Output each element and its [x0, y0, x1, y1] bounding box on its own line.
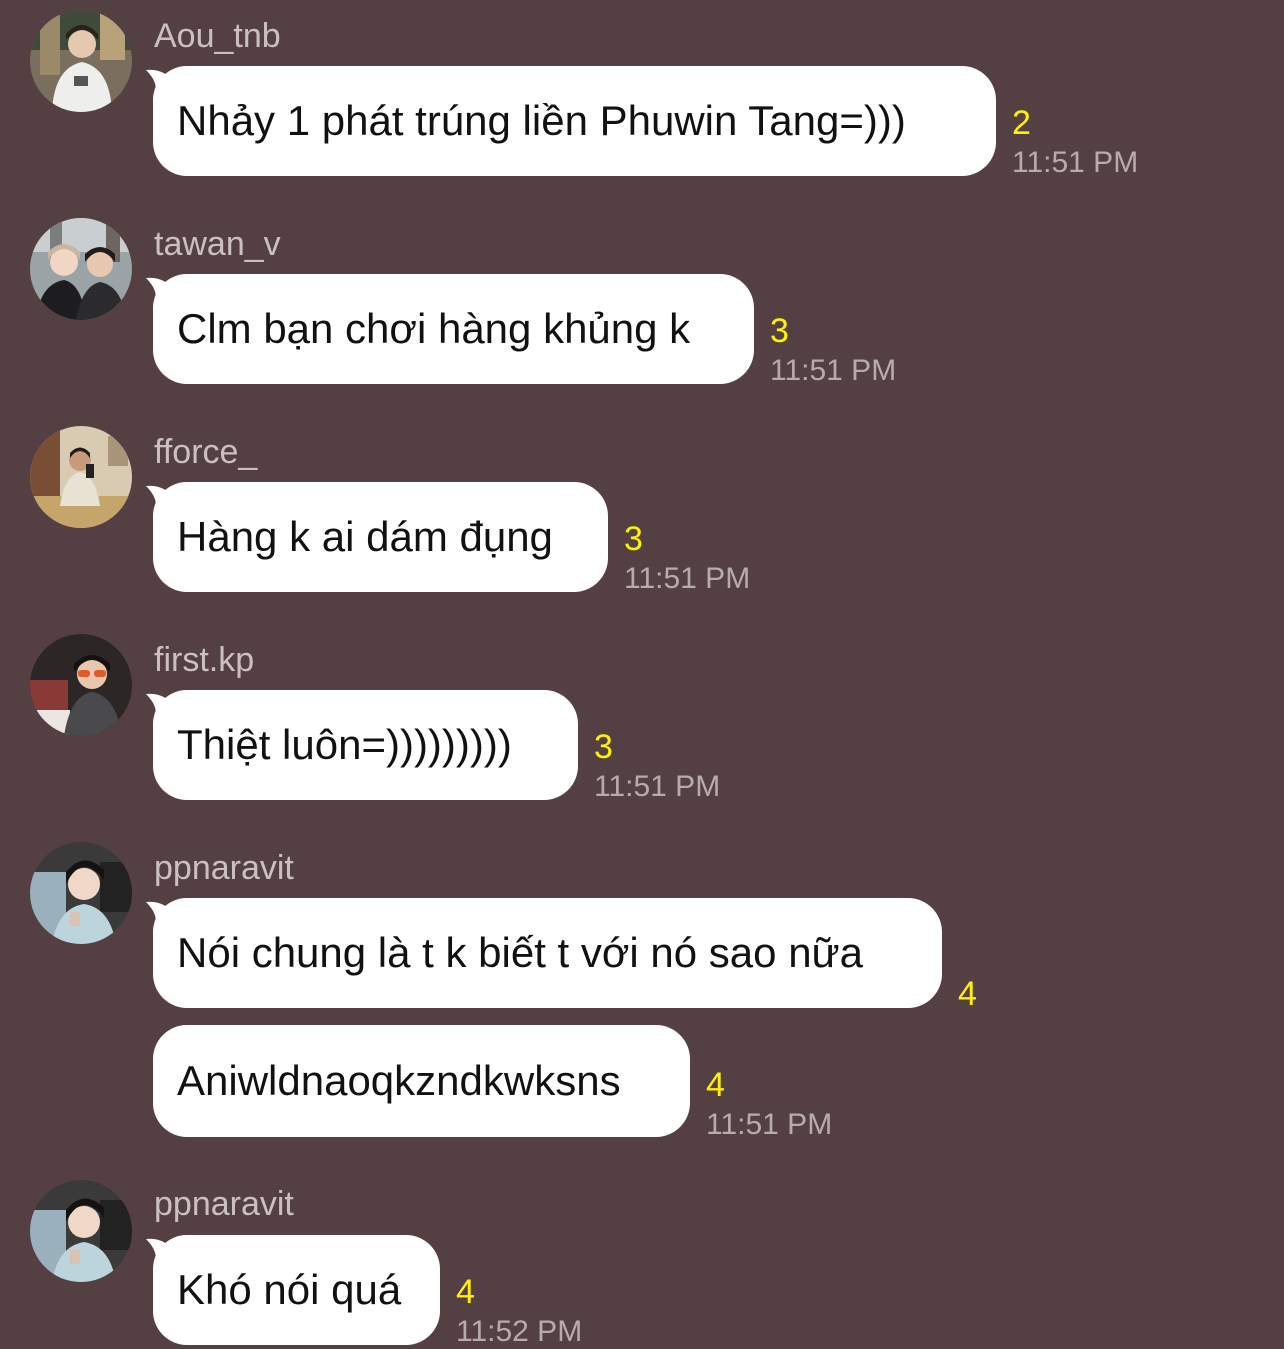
message-time: 11:51 PM — [594, 770, 721, 803]
avatar-aou-tnb[interactable] — [30, 10, 132, 112]
avatar-photo-icon — [30, 426, 132, 528]
message-bubble[interactable]: Hàng k ai dám đụng — [153, 482, 608, 592]
unread-count: 3 — [624, 520, 643, 558]
avatar-fforce[interactable] — [30, 426, 132, 528]
message-bubble[interactable]: Nhảy 1 phát trúng liền Phuwin Tang=))) — [153, 66, 996, 176]
message-bubble[interactable]: Clm bạn chơi hàng khủng k — [153, 274, 754, 384]
unread-count: 3 — [594, 728, 613, 766]
username[interactable]: tawan_v — [154, 224, 281, 264]
unread-count: 2 — [1012, 104, 1031, 142]
username[interactable]: ppnaravit — [154, 1184, 294, 1224]
message-bubble[interactable]: Thiệt luôn=))))))))) — [153, 690, 578, 800]
username[interactable]: Aou_tnb — [154, 16, 281, 56]
username[interactable]: ppnaravit — [154, 848, 294, 888]
avatar-photo-icon — [30, 1180, 132, 1282]
message-bubble[interactable]: Aniwldnaoqkzndkwksns — [153, 1025, 690, 1137]
unread-count: 4 — [958, 975, 977, 1013]
username[interactable]: fforce_ — [154, 432, 257, 472]
avatar-first-kp[interactable] — [30, 634, 132, 736]
avatar-ppnaravit[interactable] — [30, 842, 132, 944]
avatar-tawan-v[interactable] — [30, 218, 132, 320]
unread-count: 3 — [770, 312, 789, 350]
message-time: 11:51 PM — [706, 1108, 833, 1141]
message-time: 11:51 PM — [624, 562, 751, 595]
message-time: 11:51 PM — [1012, 146, 1139, 179]
message-time: 11:51 PM — [770, 354, 897, 387]
unread-count: 4 — [456, 1273, 475, 1311]
avatar-photo-icon — [30, 634, 132, 736]
username[interactable]: first.kp — [154, 640, 254, 680]
message-bubble[interactable]: Nói chung là t k biết t với nó sao nữa — [153, 898, 942, 1008]
avatar-photo-icon — [30, 842, 132, 944]
unread-count: 4 — [706, 1066, 725, 1104]
avatar-ppnaravit[interactable] — [30, 1180, 132, 1282]
message-bubble[interactable]: Khó nói quá — [153, 1235, 440, 1345]
message-time: 11:52 PM — [456, 1315, 583, 1348]
avatar-photo-icon — [30, 218, 132, 320]
avatar-photo-icon — [30, 10, 132, 112]
